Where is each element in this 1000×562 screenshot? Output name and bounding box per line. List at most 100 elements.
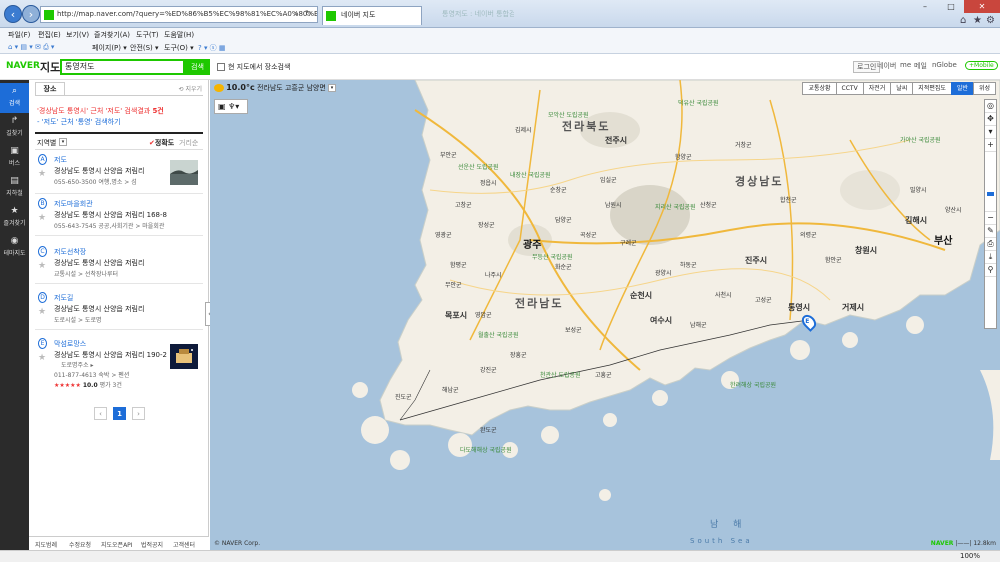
map-canvas[interactable]: 10.0°c 전라남도 고흥군 남양면 ▾ ▣ ♆▾ 교통상황 CCTV 자전거 날씨… — [210, 80, 1000, 550]
zoom-handle[interactable] — [987, 192, 994, 196]
me-link[interactable]: me — [900, 61, 911, 69]
zoom-in-button[interactable]: + — [985, 139, 996, 152]
tab-naver-map[interactable]: 네이버 지도 — [322, 6, 422, 25]
menu-favorites[interactable]: 즐겨찾기(A) — [94, 30, 130, 40]
list-item[interactable]: A ★ 저도 경상남도 통영시 산양읍 저림리 055-650-3500 여행,… — [35, 152, 203, 194]
list-item[interactable]: D ★ 저도길 경상남도 통영시 산양읍 저림리 도로시설 > 도로명 — [35, 290, 203, 330]
sort-accuracy[interactable]: ✔정확도 — [149, 138, 174, 148]
road-address-link[interactable]: 도로명주소 ▸ — [61, 360, 94, 369]
footer-report[interactable]: 수정요청 — [69, 540, 91, 549]
prev-page-button[interactable]: ‹ — [94, 407, 107, 420]
pan-icon[interactable]: ✥ — [985, 113, 996, 126]
list-item[interactable]: E ★ 막섬로망스 경상남도 통영시 산양읍 저림리 190-2 도로명주소 ▸… — [35, 336, 203, 396]
close-button[interactable]: ✕ — [964, 0, 1000, 13]
menu-edit[interactable]: 편집(E) — [38, 30, 61, 40]
star-icon[interactable]: ★ — [38, 169, 46, 179]
pan-down-icon[interactable]: ▾ — [985, 126, 996, 139]
maximize-button[interactable]: □ — [938, 0, 964, 13]
layer-traffic[interactable]: 교통상황 — [802, 82, 837, 95]
back-icon[interactable]: ‹ — [4, 5, 22, 23]
star-icon[interactable]: ★ — [38, 213, 46, 223]
zoom-level[interactable]: 100% — [960, 552, 980, 560]
next-page-button[interactable]: › — [132, 407, 145, 420]
compass-icon[interactable]: ◎ — [985, 100, 996, 113]
home-icon[interactable]: ⌂ — [960, 15, 966, 26]
sidebar-item-favorites[interactable]: ★ 즐겨찾기 — [0, 203, 29, 233]
mail-link[interactable]: 메일 — [914, 61, 927, 71]
star-icon[interactable]: ★ — [38, 307, 46, 317]
layer-satellite[interactable]: 위성 — [972, 82, 996, 95]
related-search-link[interactable]: - '저도' 근처 '통영' 검색하기 — [37, 117, 121, 127]
footer-api[interactable]: 지도오픈API — [101, 540, 133, 549]
map-tool-buttons[interactable]: ▣ ♆▾ — [214, 99, 248, 114]
print-icon[interactable]: ⎙ — [985, 238, 996, 251]
result-name[interactable]: 저도 — [54, 155, 67, 165]
home-toolbar-icon[interactable]: ⌂ ▾ ▤ ▾ ✉ ⎙ ▾ — [8, 43, 54, 52]
tab-search-results[interactable]: 통영저도 : 네이버 통합검색 — [424, 6, 514, 25]
clear-button[interactable]: ⟲ 지우기 — [179, 84, 203, 93]
footer-support[interactable]: 고객센터 — [173, 540, 195, 549]
menu-help[interactable]: 도움말(H) — [164, 30, 194, 40]
region-filter[interactable]: 지역별 — [37, 138, 56, 148]
layer-cadastral[interactable]: 지적편집도 — [912, 82, 952, 95]
menu-view[interactable]: 보기(V) — [66, 30, 89, 40]
footer-legend[interactable]: 지도범례 — [35, 540, 57, 549]
sidebar-item-subway[interactable]: ▤ 지하철 — [0, 173, 29, 203]
map-service-title[interactable]: 지도 — [40, 59, 60, 75]
address-bar[interactable]: http://map.naver.com/?query=%ED%86%B5%EC… — [40, 6, 318, 23]
sort-distance[interactable]: 거리순 — [179, 138, 198, 148]
search-input[interactable]: 통영저도 — [60, 59, 185, 75]
weather-widget[interactable]: 10.0°c 전라남도 고흥군 남양면 ▾ — [214, 83, 337, 97]
layer-cctv[interactable]: CCTV — [835, 82, 864, 95]
layer-normal[interactable]: 일반 — [950, 82, 974, 95]
favorites-star-icon[interactable]: ★ — [973, 15, 982, 26]
settings-gear-icon[interactable]: ⚙ — [986, 15, 995, 26]
chevron-down-icon[interactable]: ▾ — [59, 138, 67, 146]
save-icon[interactable]: ⤓ — [985, 251, 996, 264]
link-icon[interactable]: ⚲ — [985, 264, 996, 277]
minimize-button[interactable]: – — [912, 0, 938, 13]
toolbar-safety[interactable]: 안전(S) ▾ — [130, 43, 159, 53]
review-count[interactable]: 평가 3건 — [100, 382, 122, 389]
result-name[interactable]: 막섬로망스 — [54, 339, 86, 349]
list-item[interactable]: C ★ 저도선착장 경상남도 통영시 산양읍 저림리 교통시설 > 선착장나루터 — [35, 244, 203, 284]
bus-icon[interactable]: ▣ — [218, 102, 226, 111]
star-icon[interactable]: ★ — [38, 261, 46, 271]
toolbar-tools[interactable]: 도구(O) ▾ — [164, 43, 194, 53]
nglobe-link[interactable]: nGlobe — [932, 61, 957, 69]
list-item[interactable]: B ★ 저도마을회관 경상남도 통영시 산양읍 저림리 168-8 055-64… — [35, 196, 203, 236]
refresh-icon[interactable]: ↻ — [305, 9, 312, 18]
result-thumbnail[interactable] — [170, 344, 198, 369]
layer-weather[interactable]: 날씨 — [890, 82, 914, 95]
search-icon[interactable]: ⌕ — [294, 9, 298, 19]
help-icon[interactable]: ? ▾ ⓢ ▦ — [198, 43, 226, 53]
sidebar-item-bus[interactable]: ▣ 버스 — [0, 143, 29, 173]
zoom-out-button[interactable]: − — [985, 212, 996, 225]
footer-legal[interactable]: 법적공지 — [141, 540, 163, 549]
naver-logo[interactable]: NAVER — [6, 61, 40, 71]
mobile-badge[interactable]: +Mobile — [965, 61, 998, 70]
chevron-down-icon[interactable]: ▾ — [235, 102, 239, 111]
search-button[interactable]: 검색 — [185, 59, 210, 75]
toolbar-page[interactable]: 페이지(P) ▾ — [92, 43, 127, 53]
sidebar-item-directions[interactable]: ↱ 길찾기 — [0, 113, 29, 143]
naver-link[interactable]: 네이버 — [877, 61, 896, 71]
tab-place[interactable]: 장소 — [35, 82, 65, 95]
sidebar-item-theme-map[interactable]: ◉ 테마지도 — [0, 233, 29, 263]
forward-icon[interactable]: › — [22, 5, 40, 23]
search-in-map-checkbox[interactable] — [217, 63, 225, 71]
star-icon[interactable]: ★ — [38, 353, 46, 363]
menu-file[interactable]: 파일(F) — [8, 30, 30, 40]
result-thumbnail[interactable] — [170, 160, 198, 185]
zoom-slider[interactable] — [985, 152, 996, 212]
result-name[interactable]: 저도마을회관 — [54, 199, 93, 209]
park-label: 한려해상 국립공원 — [730, 382, 777, 389]
result-name[interactable]: 저도선착장 — [54, 247, 86, 257]
result-name[interactable]: 저도길 — [54, 293, 73, 303]
layer-bike[interactable]: 자전거 — [862, 82, 892, 95]
menu-tools[interactable]: 도구(T) — [136, 30, 159, 40]
chevron-down-icon[interactable]: ▾ — [328, 84, 337, 92]
sidebar-item-search[interactable]: ⌕ 검색 — [0, 83, 29, 113]
page-1-button[interactable]: 1 — [113, 407, 126, 420]
ruler-icon[interactable]: ✎ — [985, 225, 996, 238]
